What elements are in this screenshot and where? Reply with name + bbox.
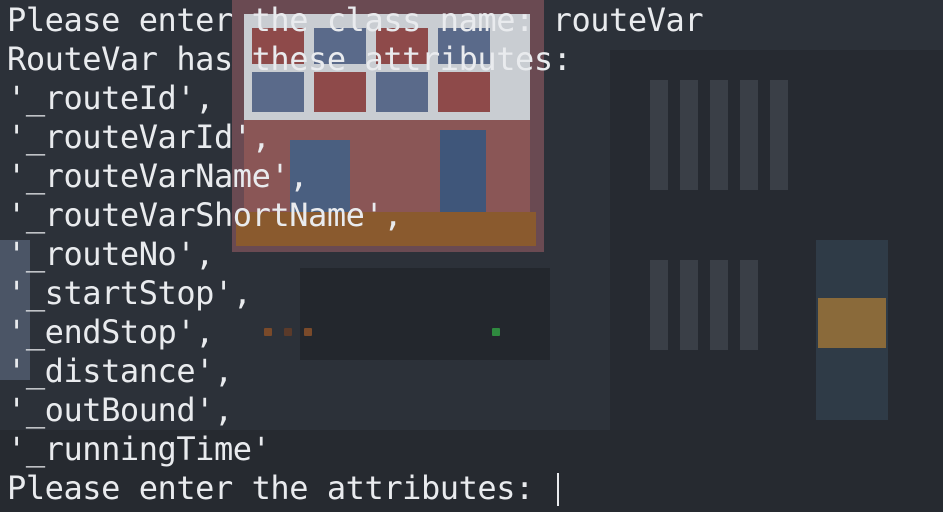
terminal-window[interactable]: Please enter the class name: routeVar Rou… [0, 0, 943, 512]
attributes-input-line[interactable]: Please enter the attributes: [7, 469, 703, 508]
attribute-line: '_routeNo', [7, 235, 214, 273]
attributes-header: RouteVar has these attributes: [7, 40, 572, 78]
class-name-prompt: Please enter the class name: [7, 1, 553, 39]
class-name-prompt-line: Please enter the class name: routeVar [7, 1, 704, 40]
class-name-input-value: routeVar [552, 1, 704, 39]
terminal-output: Please enter the class name: routeVar Rou… [7, 1, 704, 508]
wallpaper-bottle-label [818, 298, 886, 348]
attribute-line: '_runningTime' [7, 430, 271, 468]
text-cursor [556, 473, 559, 506]
attribute-line: '_endStop', [7, 313, 214, 351]
attribute-line: '_routeId', [7, 79, 214, 117]
attribute-line: '_outBound', [7, 391, 233, 429]
attributes-prompt: Please enter the attributes: [7, 469, 553, 507]
attribute-line: '_routeVarShortName', [7, 196, 403, 234]
attribute-line: '_routeVarId', [7, 118, 271, 156]
attribute-line: '_routeVarName', [7, 157, 309, 195]
attribute-line: '_distance', [7, 352, 233, 390]
attribute-line: '_startStop', [7, 274, 252, 312]
